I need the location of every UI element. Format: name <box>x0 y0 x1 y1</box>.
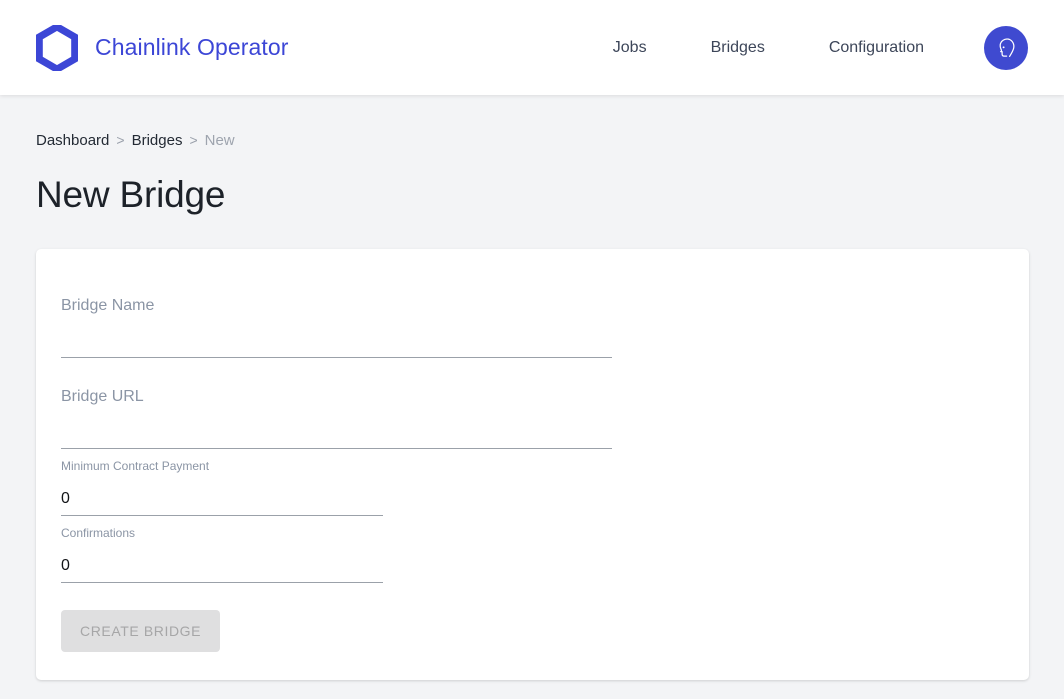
nav-link-bridges[interactable]: Bridges <box>679 39 797 57</box>
brand-title: Chainlink Operator <box>95 34 289 61</box>
breadcrumb-item-dashboard[interactable]: Dashboard <box>36 133 109 148</box>
main-nav: Jobs Bridges Configuration <box>581 26 1028 70</box>
field-confirmations: Confirmations <box>61 516 383 583</box>
nav-link-configuration[interactable]: Configuration <box>797 39 956 57</box>
label-confirmations: Confirmations <box>61 516 383 539</box>
minimum-contract-payment-input[interactable] <box>61 484 383 516</box>
field-minimum-contract-payment: Minimum Contract Payment <box>61 449 383 516</box>
bridge-name-input[interactable] <box>61 326 612 358</box>
page-title: New Bridge <box>36 148 1028 217</box>
confirmations-input[interactable] <box>61 551 383 583</box>
bridge-url-input[interactable] <box>61 417 612 449</box>
breadcrumb-item-bridges[interactable]: Bridges <box>132 133 183 148</box>
new-bridge-form: Bridge Name Bridge URL Minimum Contract … <box>61 280 1004 652</box>
nav-link-jobs[interactable]: Jobs <box>581 39 679 57</box>
field-bridge-name: Bridge Name <box>61 280 612 358</box>
label-bridge-url: Bridge URL <box>61 371 612 405</box>
new-bridge-card: Bridge Name Bridge URL Minimum Contract … <box>36 249 1029 680</box>
label-minimum-contract-payment: Minimum Contract Payment <box>61 449 383 472</box>
app-header: Chainlink Operator Jobs Bridges Configur… <box>0 0 1064 95</box>
avatar[interactable] <box>984 26 1028 70</box>
brand-home-link[interactable]: Chainlink Operator <box>36 25 289 71</box>
label-bridge-name: Bridge Name <box>61 280 612 314</box>
breadcrumb-separator: > <box>116 133 124 147</box>
field-spacer <box>61 358 1004 371</box>
form-actions: CREATE BRIDGE <box>61 583 1004 652</box>
chainlink-hexagon-icon <box>36 25 78 71</box>
user-profile-head-icon <box>993 35 1019 61</box>
breadcrumb-separator: > <box>189 133 197 147</box>
breadcrumb: Dashboard > Bridges > New <box>36 95 1028 148</box>
field-bridge-url: Bridge URL <box>61 371 612 449</box>
create-bridge-button[interactable]: CREATE BRIDGE <box>61 610 220 652</box>
main-content: Dashboard > Bridges > New New Bridge Bri… <box>0 95 1064 680</box>
breadcrumb-item-new: New <box>205 133 235 148</box>
